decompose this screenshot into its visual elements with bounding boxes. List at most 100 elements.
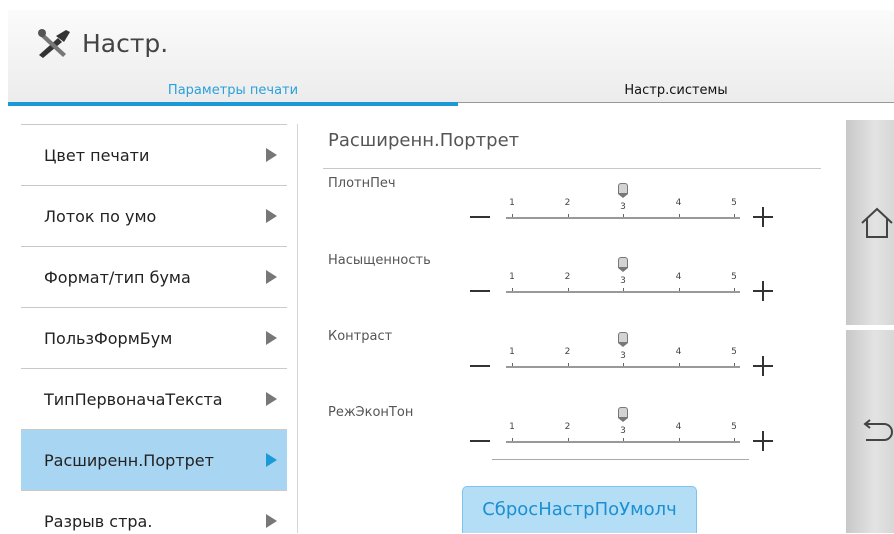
menu-item-print-color[interactable]: Цвет печати [21, 125, 287, 186]
menu-item-label: Разрыв стра. [44, 511, 153, 531]
slider-tick [567, 363, 569, 366]
arrow-right-icon [266, 270, 277, 284]
slider-tick-label: 1 [509, 422, 515, 432]
slider-tick [734, 288, 735, 291]
menu-item-label: Цвет печати [44, 145, 150, 165]
slider-tick [734, 214, 735, 217]
slider-tick [678, 363, 680, 366]
slider-tick [567, 288, 569, 291]
slider-label-toner-save: РежЭконТон [328, 405, 414, 420]
slider-thumb[interactable] [618, 407, 628, 422]
slider-tick [734, 438, 735, 441]
slider-print-density[interactable]: 1 2 3 4 5 [506, 183, 740, 222]
slider-tick-label: 5 [731, 272, 737, 282]
slider-tick-label: 3 [620, 351, 626, 361]
increase-button[interactable] [753, 281, 773, 301]
menu-item-page-break[interactable]: Разрыв стра. [21, 491, 287, 534]
menu-item-label: Расширенн.Портрет [44, 450, 214, 470]
arrow-right-icon [266, 331, 277, 345]
slider-tick-label: 4 [675, 198, 682, 208]
menu-item-default-tray[interactable]: Лоток по умо [21, 186, 287, 247]
slider-tick [678, 214, 680, 217]
arrow-right-icon [266, 514, 277, 528]
slider-tick [623, 438, 624, 441]
slider-track [506, 441, 740, 443]
tab-print-settings[interactable]: Параметры печати [8, 80, 458, 106]
increase-button[interactable] [753, 431, 773, 451]
slider-track [506, 366, 740, 368]
slider-tick [567, 438, 569, 441]
slider-tick [512, 288, 513, 291]
slider-tick [734, 363, 735, 366]
arrow-right-icon [266, 148, 277, 162]
home-icon [861, 207, 893, 238]
tab-bar: Параметры печати Настр.системы [8, 80, 894, 106]
slider-contrast[interactable]: 1 2 3 4 5 [506, 332, 740, 371]
slider-tick [623, 288, 624, 291]
slider-tick-label: 3 [620, 202, 626, 212]
slider-tick [567, 214, 569, 217]
slider-tick [512, 363, 513, 366]
slider-tick-label: 4 [675, 272, 682, 282]
menu-item-paper-size-type[interactable]: Формат/тип бума [21, 247, 287, 308]
slider-thumb[interactable] [618, 332, 628, 347]
slider-tick-label: 5 [731, 422, 737, 432]
slider-tick-label: 1 [509, 198, 515, 208]
header-bar: Настр. Параметры печати Настр.системы [8, 10, 894, 106]
reset-defaults-button[interactable]: СбросНастрПоУмолч [462, 486, 697, 533]
slider-tick-label: 1 [509, 347, 515, 357]
slider-tick-label: 2 [564, 272, 571, 282]
page-title: Настр. [82, 28, 169, 58]
tools-icon [38, 29, 70, 58]
slider-saturation[interactable]: 1 2 3 4 5 [506, 257, 740, 296]
menu-item-label: ПользФормБум [44, 328, 173, 348]
decrease-button[interactable] [469, 206, 491, 228]
slider-tick-label: 3 [620, 276, 626, 286]
slider-label-contrast: Контраст [328, 329, 393, 344]
slider-tick [678, 438, 680, 441]
slider-thumb[interactable] [618, 257, 628, 272]
back-icon [863, 419, 893, 441]
settings-menu: Цвет печати Лоток по умо Формат/тип бума… [21, 124, 287, 534]
slider-label-saturation: Насыщенность [328, 253, 431, 268]
back-button[interactable] [846, 330, 894, 533]
content-title: Расширенн.Портрет [328, 130, 520, 151]
slider-track [506, 291, 740, 293]
slider-tick-label: 2 [564, 198, 571, 208]
slider-tick-label: 5 [731, 198, 737, 208]
slider-tick [512, 214, 513, 217]
title-divider [323, 168, 821, 169]
panel-divider [297, 124, 298, 533]
menu-item-label: Лоток по умо [44, 206, 157, 226]
slider-tick [623, 363, 624, 366]
slider-tick-label: 4 [675, 347, 682, 357]
slider-label-print-density: ПлотнПеч [328, 176, 396, 191]
section-divider [492, 459, 749, 460]
slider-toner-save[interactable]: 1 2 3 4 5 [506, 407, 740, 446]
slider-thumb[interactable] [618, 183, 628, 198]
menu-item-original-text-type[interactable]: ТипПервоначаТекста [21, 369, 287, 430]
increase-button[interactable] [753, 356, 773, 376]
slider-tick-label: 5 [731, 347, 737, 357]
menu-item-label: Формат/тип бума [44, 267, 191, 287]
increase-button[interactable] [753, 207, 773, 227]
decrease-button[interactable] [469, 280, 491, 302]
home-button[interactable] [846, 120, 894, 325]
menu-item-label: ТипПервоначаТекста [44, 389, 223, 409]
arrow-right-icon [266, 392, 277, 406]
slider-tick-label: 2 [564, 422, 571, 432]
decrease-button[interactable] [469, 355, 491, 377]
slider-tick [512, 438, 513, 441]
decrease-button[interactable] [469, 430, 491, 452]
slider-tick-label: 1 [509, 272, 515, 282]
slider-tick [678, 288, 680, 291]
slider-tick-label: 3 [620, 426, 626, 436]
arrow-right-icon [266, 453, 277, 467]
tab-system-settings[interactable]: Настр.системы [458, 80, 894, 103]
menu-item-advanced-portrait[interactable]: Расширенн.Портрет [21, 430, 287, 491]
slider-tick [623, 214, 624, 217]
slider-tick-label: 2 [564, 347, 571, 357]
arrow-right-icon [266, 209, 277, 223]
menu-item-custom-paper[interactable]: ПользФормБум [21, 308, 287, 369]
header-title: Настр. [36, 28, 168, 58]
